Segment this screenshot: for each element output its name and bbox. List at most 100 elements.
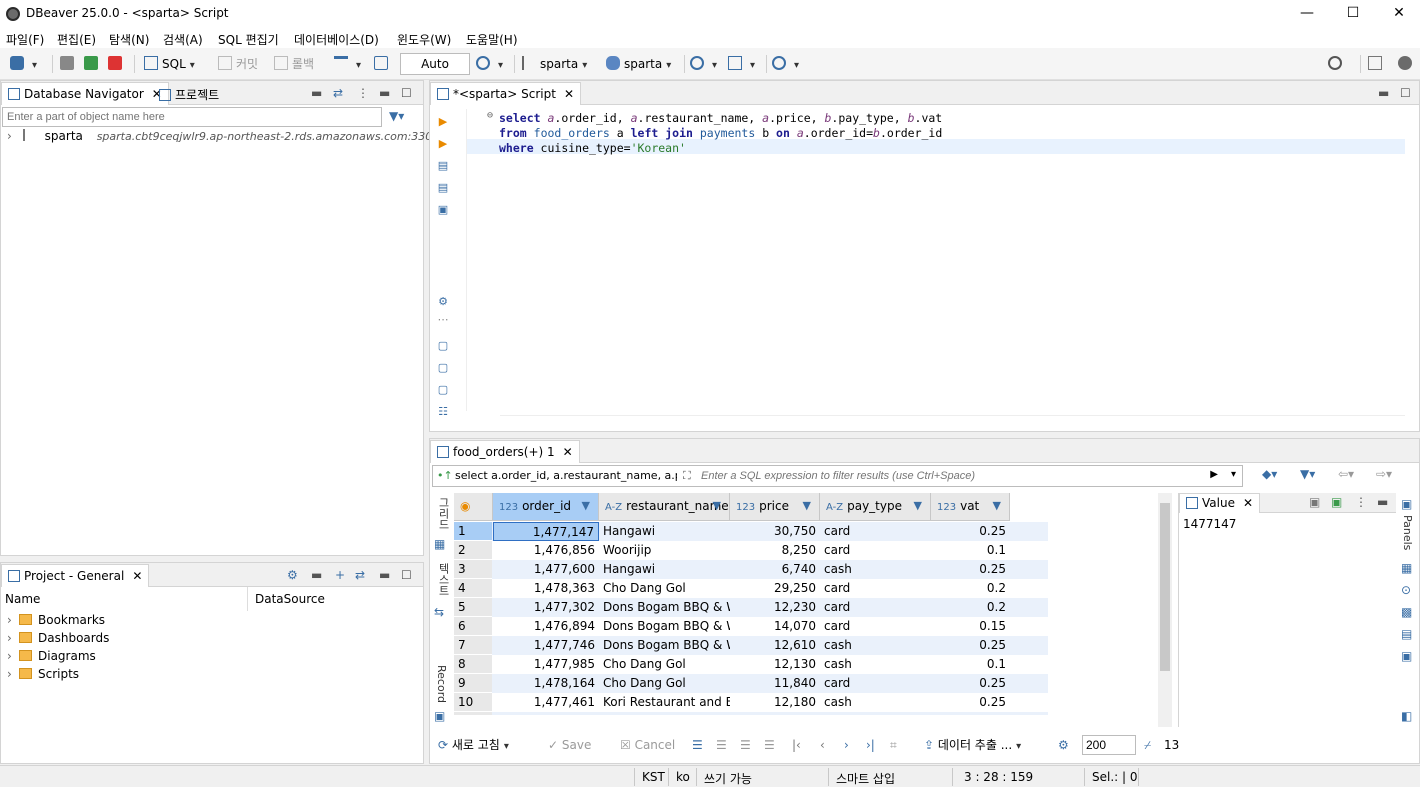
dashboard-button[interactable] [690,54,717,74]
row-number[interactable]: 9 [454,674,492,693]
table-cell-vat[interactable]: 0.25 [931,693,1010,712]
table-cell-order-id[interactable]: 1,477,147 [493,522,599,541]
tab-sparta-script[interactable]: *<sparta> Script ✕ [430,82,582,105]
connection-sparta[interactable]: › sparta sparta.cbt9ceqjwlr9.ap-northeas… [7,129,439,143]
close-window-button[interactable]: ✕ [1376,2,1420,26]
editor-settings-icon[interactable]: ⚙ [436,295,450,309]
refresh-button[interactable]: ⟳ 새로 고침 [438,735,509,755]
table-cell-pay-type[interactable]: card [820,712,931,715]
table-cell-vat[interactable]: 0.15 [931,617,1010,636]
table-cell-order-id[interactable]: 1,478,164 [493,674,599,693]
disconnect-button[interactable] [108,54,126,74]
value-viewer-icon[interactable]: ▣ [1401,649,1412,663]
query-preview[interactable]: select a.order_id, a.restaurant_name, a.… [455,469,677,482]
menu-sql-editor[interactable]: SQL 편집기 [218,31,279,48]
fetch-all-icon[interactable]: ⌗ [890,735,897,755]
close-tab-icon[interactable]: ✕ [564,87,574,101]
table-cell-restaurant-name[interactable]: Hangawi [599,560,730,579]
format-icon[interactable]: ▢ [436,383,450,397]
fold-icon[interactable]: ⊖ [487,110,493,121]
copy-row-icon[interactable]: ☰ [740,735,751,755]
search-tool-button[interactable] [772,54,799,74]
value-content[interactable]: 1477147 [1183,517,1236,531]
table-cell-restaurant-name[interactable]: Kori Restaurant and Bar [599,693,730,712]
side-tab-record[interactable]: Record [435,665,448,703]
fetch-size-input[interactable] [1082,735,1136,755]
project-item-dashboards[interactable]: › Dashboards [7,631,109,645]
row-number[interactable]: 2 [454,541,492,560]
tab-projects[interactable]: 프로젝트 [153,82,225,105]
filter-icon[interactable]: ▼▾ [1300,467,1315,481]
last-page-icon[interactable]: ›| [866,735,875,755]
explain-plan-icon[interactable]: ▣ [436,203,450,217]
row-number[interactable]: 6 [454,617,492,636]
active-schema-selector[interactable]: sparta [606,54,671,74]
table-cell-price[interactable]: 11,840 [730,674,820,693]
execute-statement-icon[interactable]: ▶ [436,115,450,129]
grid-vertical-scrollbar[interactable] [1158,493,1172,727]
reconnect-button[interactable] [84,54,102,74]
references-icon[interactable]: ▤ [1401,627,1412,641]
rollback-button[interactable]: 롤백 [274,54,314,74]
column-header-restaurant-name[interactable]: A-Z restaurant_name ▼ [599,493,730,521]
sort-icon[interactable]: ▼ [914,493,922,519]
insert-mode[interactable]: 스마트 삽입 [836,770,895,787]
table-cell-restaurant-name[interactable]: Dons Bogam BBQ & Wine Bar [599,598,730,617]
history-button[interactable] [476,54,503,74]
filter-expression-input[interactable] [701,467,1211,485]
column-header-name[interactable]: Name [5,592,40,606]
delete-row-icon[interactable]: ☰ [764,735,775,755]
text-view-icon[interactable]: ⇆ [434,605,444,619]
table-cell-pay-type[interactable]: cash [820,655,931,674]
table-cell-vat[interactable]: 0.1 [931,541,1010,560]
table-cell-pay-type[interactable]: card [820,598,931,617]
table-cell-pay-type[interactable]: cash [820,693,931,712]
save-button[interactable]: ✓ Save [548,735,591,755]
view-menu-icon[interactable]: ⋮ [357,86,369,100]
menu-edit[interactable]: 편집(E) [57,31,96,48]
table-cell-restaurant-name[interactable]: Cho Dang Gol [599,712,730,715]
table-cell-order-id[interactable]: 1,476,894 [493,617,599,636]
column-header-datasource[interactable]: DataSource [255,592,325,606]
record-icon[interactable]: ▣ [434,709,445,723]
sidebar-toggle-icon[interactable]: ◧ [1401,709,1412,723]
table-cell-order-id[interactable]: 1,477,985 [493,655,599,674]
table-cell-price[interactable]: 14,020 [730,712,820,715]
grid-corner[interactable]: ◉ [454,493,493,521]
previous-page-icon[interactable]: ‹ [820,735,825,755]
table-cell-restaurant-name[interactable]: Hangawi [599,522,730,541]
row-number[interactable]: 10 [454,693,492,712]
connect-button[interactable] [60,54,78,74]
grid-settings-icon[interactable]: ⚙ [1058,735,1069,755]
table-cell-price[interactable]: 30,750 [730,522,820,541]
outline-icon[interactable]: ☷ [436,405,450,419]
sort-icon[interactable]: ▼ [713,493,721,519]
table-cell-vat[interactable]: 0.2 [931,598,1010,617]
sort-icon[interactable]: ▼ [582,493,590,519]
sql-editor-button[interactable]: SQL [144,54,195,74]
save-script-icon[interactable]: ▢ [436,361,450,375]
table-cell-order-id[interactable]: 1,477,461 [493,693,599,712]
collapse-icon[interactable]: ▬ [311,568,322,582]
first-page-icon[interactable]: |‹ [792,735,801,755]
tab-database-navigator[interactable]: Database Navigator ✕ [1,82,169,105]
table-cell-order-id[interactable]: 1,476,856 [493,541,599,560]
expand-filter-icon[interactable]: ⛶ [683,469,691,483]
maximize-panel-icon[interactable]: ☐ [1400,86,1411,100]
tab-project-general[interactable]: Project - General ✕ [1,564,150,587]
table-cell-order-id[interactable]: 1,477,600 [493,560,599,579]
menu-search[interactable]: 검색(A) [163,31,203,48]
column-header-vat[interactable]: 123 vat ▼ [931,493,1010,521]
add-icon[interactable]: + [335,568,345,582]
active-datasource-selector[interactable]: sparta [522,54,587,74]
table-cell-price[interactable]: 12,230 [730,598,820,617]
menu-database[interactable]: 데이터베이스(D) [294,31,379,48]
side-tab-text[interactable]: 텍스트 [435,563,451,596]
link-icon[interactable]: ⇄ [355,568,365,582]
project-item-diagrams[interactable]: › Diagrams [7,649,96,663]
navigator-search-input[interactable] [2,107,382,127]
table-cell-price[interactable]: 29,250 [730,579,820,598]
table-cell-vat[interactable]: 0.1 [931,712,1010,715]
minimize-value-icon[interactable]: ▬ [1377,495,1388,509]
execute-in-new-tab-icon[interactable]: ▶ [436,137,450,151]
